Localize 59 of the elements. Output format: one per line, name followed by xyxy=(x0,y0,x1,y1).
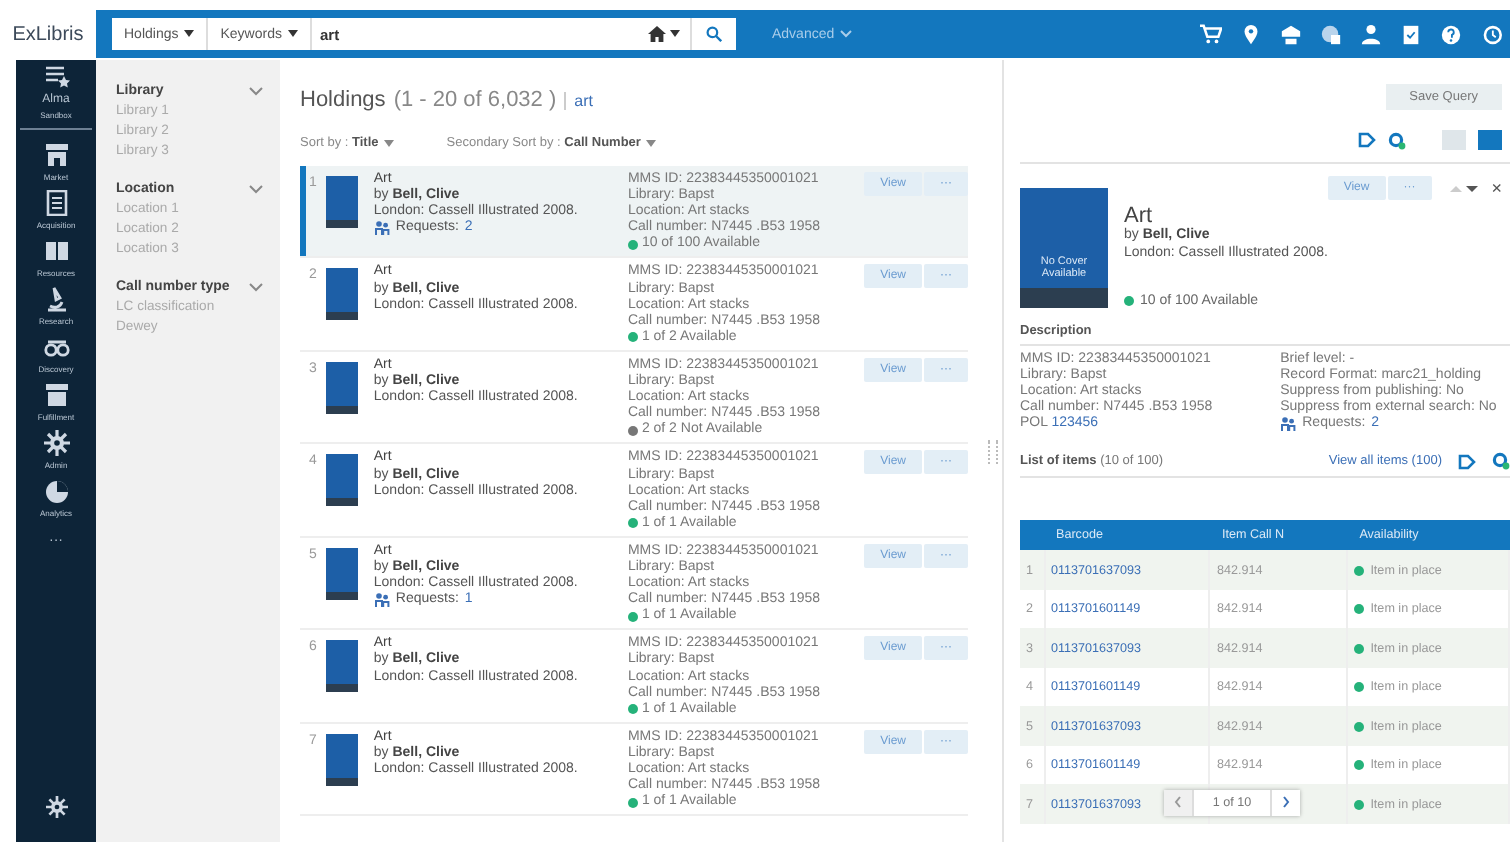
export-icon[interactable] xyxy=(1358,132,1376,148)
up-down-arrows-icon[interactable] xyxy=(1449,183,1478,193)
book-icon xyxy=(43,238,69,264)
result-count: (1 - 20 of 6,032 ) xyxy=(393,88,557,112)
chevron-icon[interactable] xyxy=(248,184,264,194)
gear-icon xyxy=(43,430,69,456)
help-icon[interactable] xyxy=(1440,23,1462,45)
home-dropdown[interactable] xyxy=(638,18,692,50)
document-icon xyxy=(43,190,69,216)
page-title: Holdings xyxy=(300,88,386,112)
caret-icon xyxy=(384,139,395,147)
logo: ExLibris xyxy=(10,21,86,49)
next-page-button[interactable] xyxy=(1272,790,1300,817)
chevron-left-icon xyxy=(1174,795,1182,808)
export-icon[interactable] xyxy=(1458,453,1476,470)
status-dot xyxy=(1354,682,1365,693)
status-dot xyxy=(1354,760,1365,771)
cover-thumbnail xyxy=(325,640,358,693)
cover-thumbnail xyxy=(325,547,358,600)
caret-icon xyxy=(287,30,298,38)
cover-thumbnail xyxy=(325,176,358,228)
status-dot xyxy=(1354,565,1365,576)
cart-icon[interactable] xyxy=(1200,23,1222,45)
pie-icon xyxy=(43,478,69,504)
user-icon[interactable] xyxy=(1360,23,1382,45)
record-title: Art xyxy=(1124,204,1155,228)
chevron-right-icon xyxy=(1282,795,1290,808)
caret-icon xyxy=(670,30,680,38)
hat-icon[interactable] xyxy=(1280,23,1302,45)
caret-icon xyxy=(646,139,657,147)
status-dot xyxy=(1354,604,1365,615)
cover-thumbnail xyxy=(325,454,358,507)
cover-thumbnail xyxy=(325,733,358,786)
resize-handle[interactable] xyxy=(988,439,998,463)
status-dot xyxy=(1354,643,1365,654)
settings-icon[interactable] xyxy=(45,796,67,818)
history-icon[interactable] xyxy=(1480,23,1502,45)
box-icon xyxy=(43,382,69,408)
chevron-icon xyxy=(840,30,853,38)
chevron-icon[interactable] xyxy=(248,282,264,292)
cover-thumbnail xyxy=(325,361,358,414)
chevron-icon[interactable] xyxy=(248,86,264,96)
store-icon xyxy=(43,142,69,168)
home-icon xyxy=(648,26,666,42)
close-button[interactable]: × xyxy=(1491,178,1502,198)
cover-thumbnail xyxy=(325,268,358,321)
search-icon xyxy=(706,26,722,42)
search-button[interactable] xyxy=(692,18,736,50)
status-dot xyxy=(1354,799,1365,810)
status-dot xyxy=(1354,721,1365,732)
query-link[interactable]: art xyxy=(574,92,593,110)
list-star-icon xyxy=(43,64,69,90)
clipboard-icon[interactable] xyxy=(1400,23,1422,45)
microscope-icon xyxy=(43,286,69,312)
people-icon xyxy=(373,220,390,237)
people-icon xyxy=(373,592,390,609)
people-icon xyxy=(1280,416,1297,433)
location-pin-icon[interactable] xyxy=(1240,23,1262,45)
caret-icon xyxy=(184,30,195,38)
